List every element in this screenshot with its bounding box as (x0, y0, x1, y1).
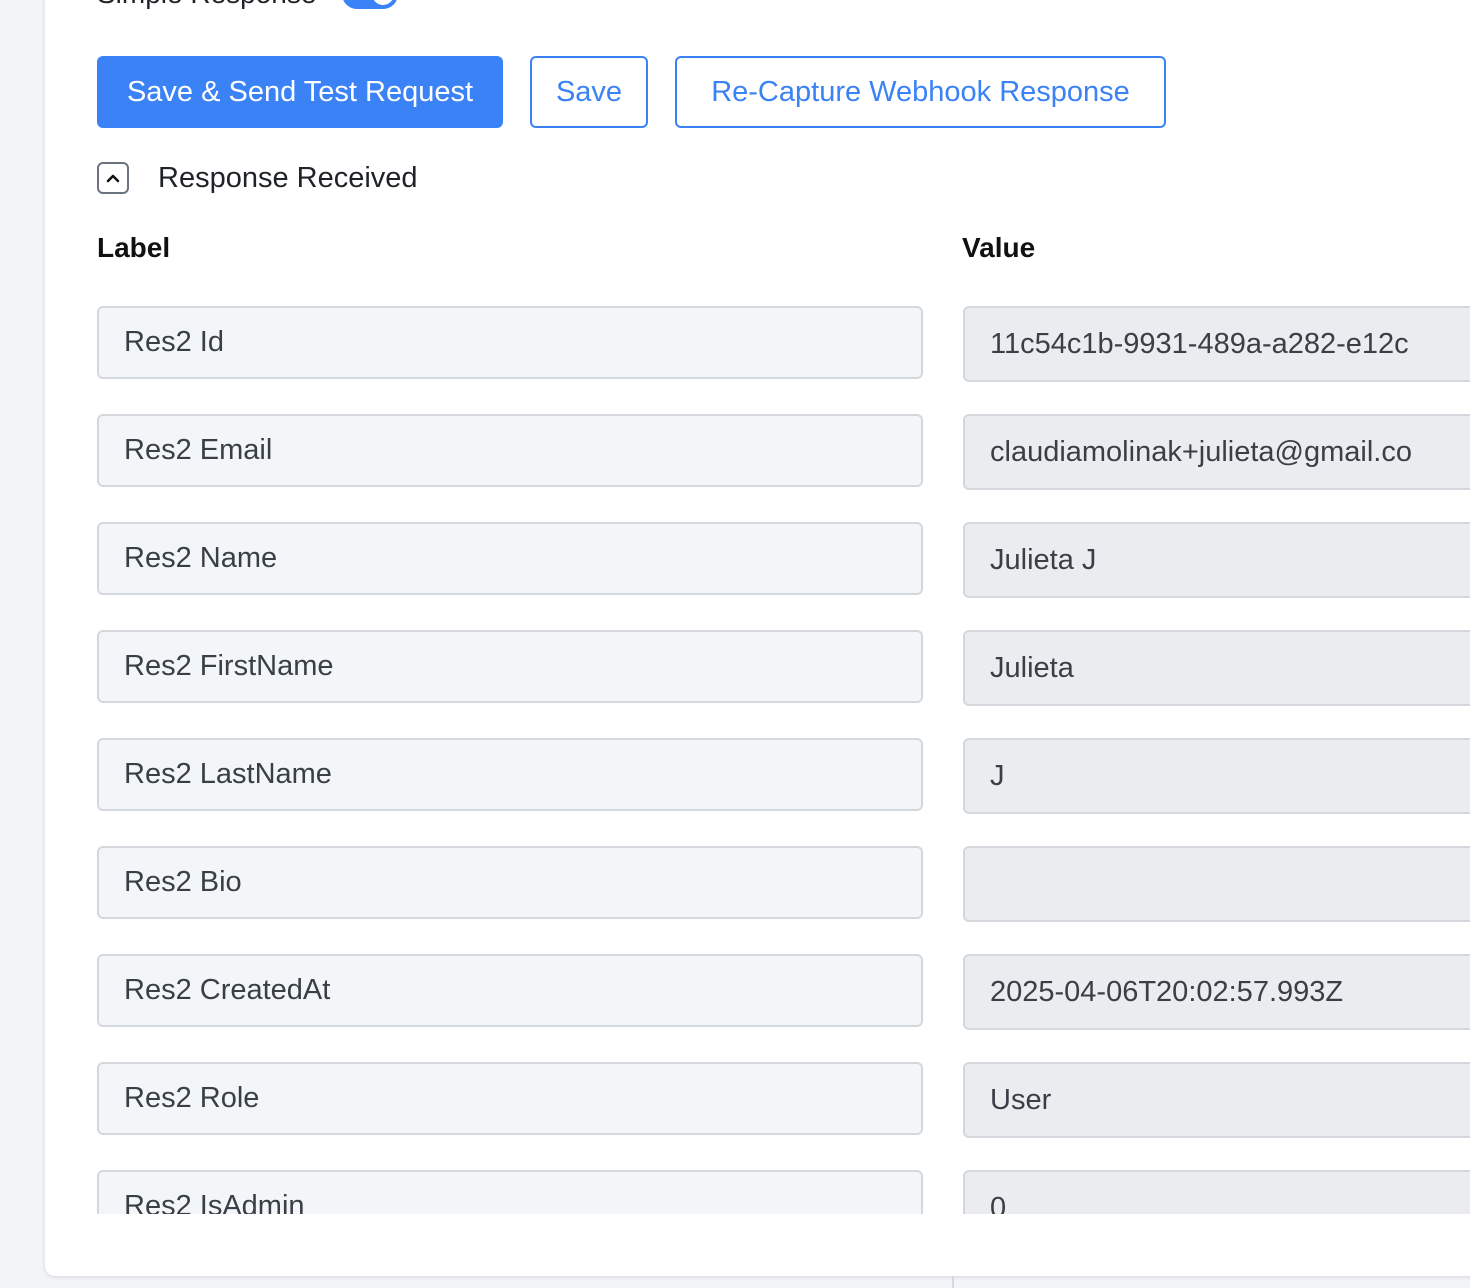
response-field-row: Res2 Bio (0, 846, 1470, 922)
value-field: 2025-04-06T20:02:57.993Z (963, 954, 1470, 1030)
value-field (963, 846, 1470, 922)
value-field: Julieta (963, 630, 1470, 706)
response-received-header: Response Received (97, 158, 418, 198)
value-field: claudiamolinak+julieta@gmail.co (963, 414, 1470, 490)
value-field: User (963, 1062, 1470, 1138)
response-field-row: Res2 Email claudiamolinak+julieta@gmail.… (0, 414, 1470, 490)
response-field-row: Res2 LastName J (0, 738, 1470, 814)
label-column-header: Label (97, 232, 171, 263)
simple-response-toggle[interactable] (342, 0, 399, 9)
label-field[interactable]: Res2 Role (97, 1062, 923, 1135)
value-column-header: Value (962, 232, 1036, 263)
label-field[interactable]: Res2 Name (97, 522, 923, 595)
chevron-up-icon (106, 174, 120, 183)
response-field-row: Res2 Name Julieta J (0, 522, 1470, 598)
save-send-test-request-button[interactable]: Save & Send Test Request (97, 56, 503, 128)
simple-response-row: Simple Response (97, 0, 399, 14)
response-field-row: Res2 Id 11c54c1b-9931-489a-a282-e12c (0, 306, 1470, 382)
response-field-row: Res2 CreatedAt 2025-04-06T20:02:57.993Z (0, 954, 1470, 1030)
label-field[interactable]: Res2 LastName (97, 738, 923, 811)
simple-response-label: Simple Response (97, 0, 316, 10)
label-field[interactable]: Res2 Email (97, 414, 923, 487)
label-field[interactable]: Res2 Bio (97, 846, 923, 919)
column-divider (952, 1276, 954, 1288)
response-field-row: Res2 FirstName Julieta (0, 630, 1470, 706)
label-field[interactable]: Res2 Id (97, 306, 923, 379)
response-field-row: Res2 IsAdmin 0 (0, 1170, 1470, 1214)
recapture-webhook-response-button[interactable]: Re-Capture Webhook Response (675, 56, 1166, 128)
value-field: J (963, 738, 1470, 814)
save-button[interactable]: Save (530, 56, 648, 128)
value-field: Julieta J (963, 522, 1470, 598)
label-field[interactable]: Res2 CreatedAt (97, 954, 923, 1027)
response-received-title: Response Received (158, 161, 418, 194)
response-field-row: Res2 Role User (0, 1062, 1470, 1138)
value-field: 11c54c1b-9931-489a-a282-e12c (963, 306, 1470, 382)
collapse-toggle-button[interactable] (97, 162, 129, 194)
response-fields-list[interactable]: Res2 Id 11c54c1b-9931-489a-a282-e12c Res… (0, 306, 1470, 1214)
label-field[interactable]: Res2 FirstName (97, 630, 923, 703)
toggle-knob (372, 0, 395, 5)
value-field: 0 (963, 1170, 1470, 1214)
label-field[interactable]: Res2 IsAdmin (97, 1170, 923, 1214)
